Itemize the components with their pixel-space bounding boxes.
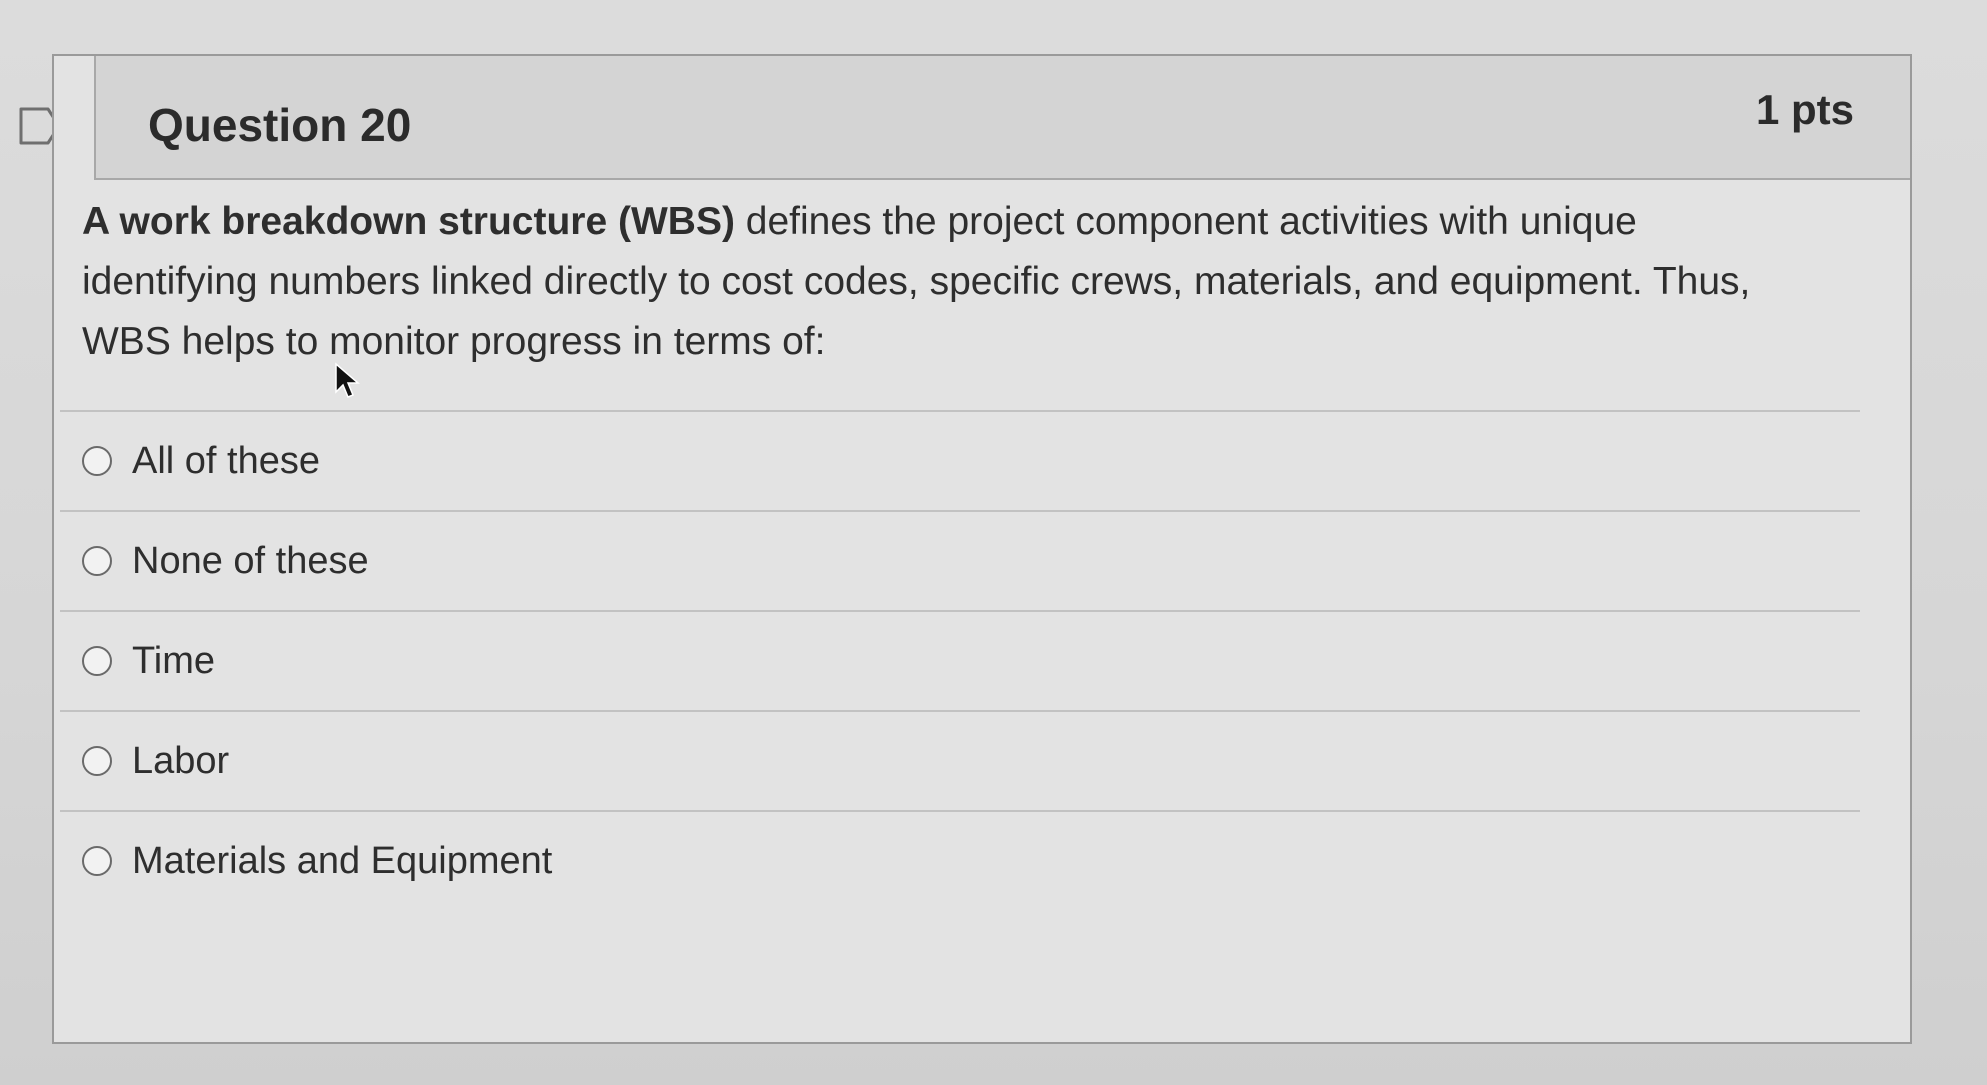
answer-label: None of these: [132, 539, 369, 582]
radio-button[interactable]: [82, 446, 112, 476]
answer-option[interactable]: Materials and Equipment: [60, 810, 1860, 910]
answer-label: Materials and Equipment: [132, 839, 553, 882]
question-text: A work breakdown structure (WBS) defines…: [82, 192, 1782, 372]
answer-label: Time: [132, 639, 216, 682]
question-points: 1 pts: [1755, 86, 1854, 133]
radio-button[interactable]: [82, 746, 112, 776]
answer-label: All of these: [132, 439, 320, 482]
radio-button[interactable]: [82, 846, 112, 876]
answer-option[interactable]: All of these: [60, 410, 1860, 510]
question-title: Question 20: [148, 99, 412, 151]
radio-button[interactable]: [82, 646, 112, 676]
answer-list: All of these None of these Time Labor Ma…: [60, 410, 1860, 910]
answer-option[interactable]: None of these: [60, 510, 1860, 610]
radio-button[interactable]: [82, 546, 112, 576]
mouse-pointer-icon: [334, 362, 361, 400]
answer-option[interactable]: Labor: [60, 710, 1860, 810]
question-header: Question 20 1 pts: [94, 56, 1910, 180]
question-text-bold: A work breakdown structure (WBS): [82, 200, 735, 243]
answer-option[interactable]: Time: [60, 610, 1860, 710]
answer-label: Labor: [132, 739, 230, 782]
